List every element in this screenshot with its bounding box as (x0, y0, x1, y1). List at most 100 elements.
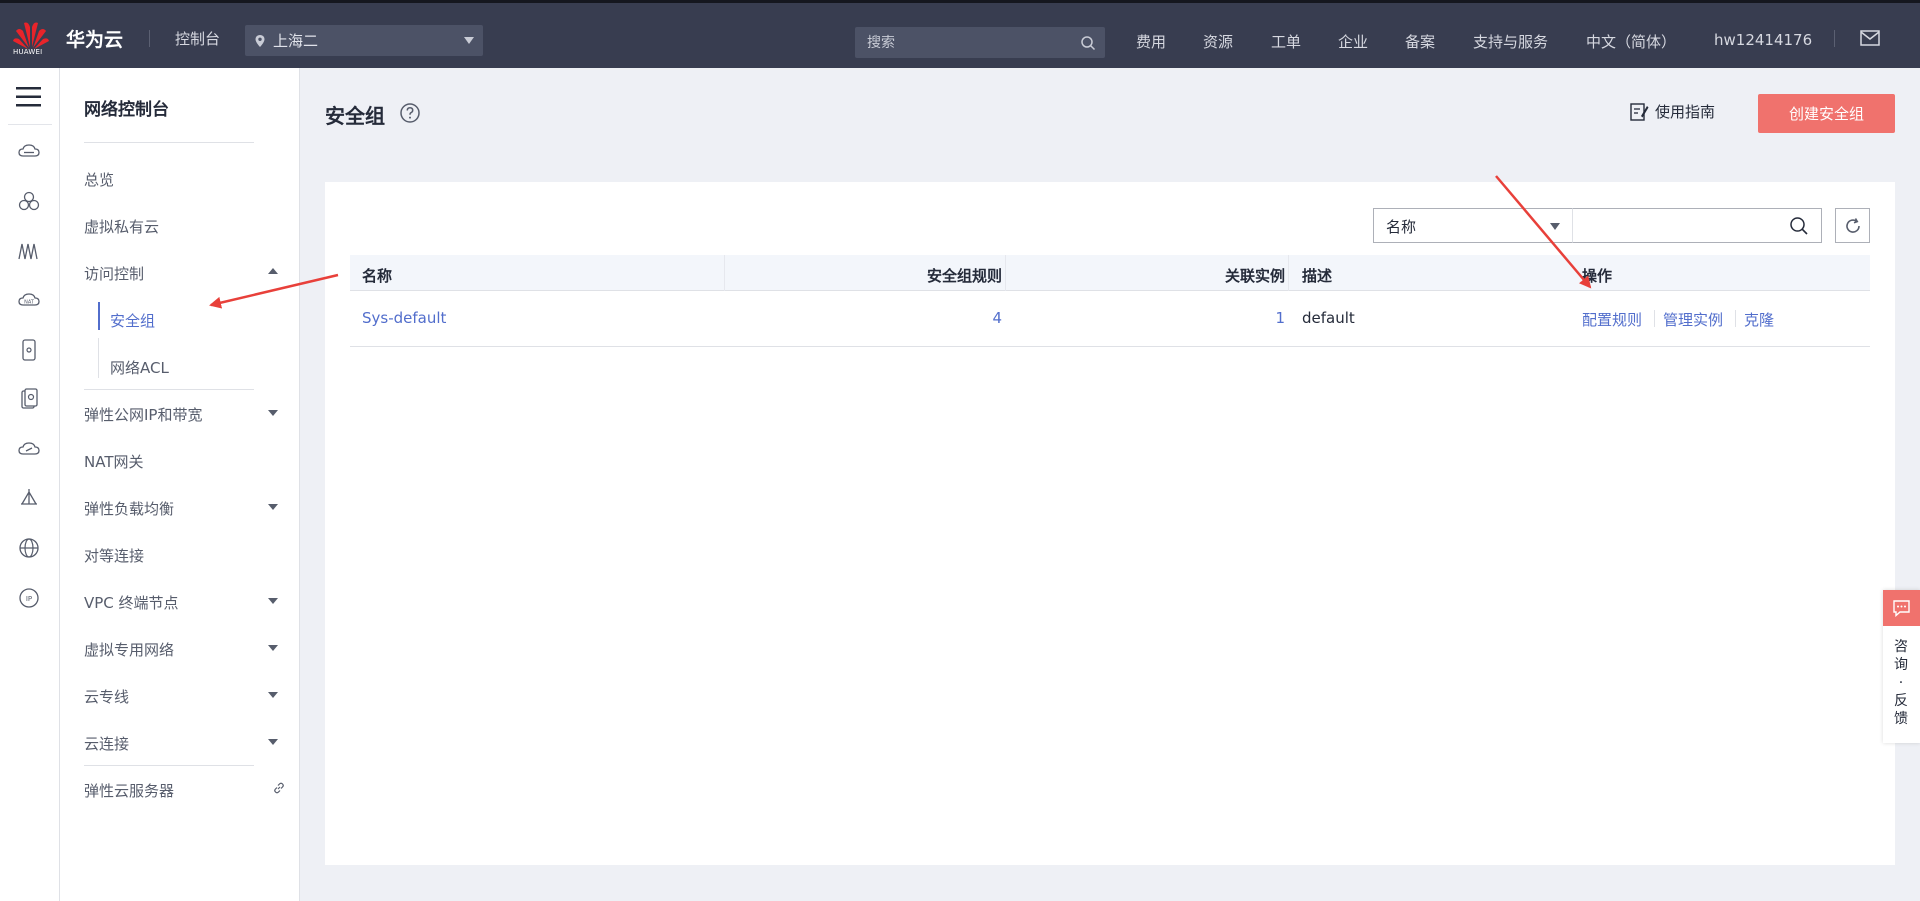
column-header-operations: 操作 (1582, 267, 1613, 285)
divider (1735, 310, 1736, 327)
search-icon[interactable] (1080, 35, 1096, 51)
guide-icon (1630, 102, 1649, 121)
description-cell: default (1302, 309, 1355, 327)
console-link[interactable]: 控制台 (175, 28, 220, 49)
sub-nav-line (98, 338, 99, 378)
brand-name[interactable]: 华为云 (66, 25, 123, 52)
elb-icon[interactable] (17, 486, 41, 510)
link-icon[interactable] (272, 781, 286, 795)
help-icon[interactable] (399, 102, 421, 124)
chevron-down-icon (268, 504, 278, 510)
nav-language[interactable]: 中文（简体） (1586, 31, 1676, 52)
disk-icon[interactable] (17, 387, 41, 411)
chevron-down-icon (268, 692, 278, 698)
search-icon[interactable] (1789, 216, 1809, 236)
ip-icon[interactable]: IP (17, 586, 41, 610)
chevron-up-icon (268, 268, 278, 274)
active-indicator (98, 302, 100, 330)
cluster-icon[interactable] (17, 189, 41, 213)
column-divider (1005, 255, 1006, 291)
device-icon[interactable] (17, 338, 41, 362)
gateway-icon[interactable]: NAT (17, 288, 41, 312)
instances-count-link[interactable]: 1 (1275, 309, 1285, 327)
sidebar-item-eip[interactable]: 弹性公网IP和带宽 (84, 404, 284, 425)
global-search[interactable] (855, 27, 1105, 58)
globe-icon[interactable] (17, 536, 41, 560)
configure-rules-link[interactable]: 配置规则 (1582, 309, 1642, 330)
cloud-icon[interactable] (17, 437, 41, 461)
manage-instances-link[interactable]: 管理实例 (1663, 309, 1723, 330)
divider (8, 124, 52, 125)
page-title: 安全组 (325, 104, 385, 128)
sidebar-item-label: 弹性公网IP和带宽 (84, 406, 203, 424)
location-pin-icon (255, 34, 265, 47)
mail-icon[interactable] (1860, 30, 1880, 46)
sidebar-item-access-control[interactable]: 访问控制 (84, 263, 284, 284)
sidebar-item-vpcep[interactable]: VPC 终端节点 (84, 592, 284, 613)
refresh-button[interactable] (1835, 208, 1870, 243)
filter-search-input[interactable] (1573, 209, 1773, 240)
nav-support[interactable]: 支持与服务 (1473, 31, 1548, 52)
sidebar-item-label: VPC 终端节点 (84, 594, 179, 612)
sidebar-item-security-group[interactable]: 安全组 (110, 310, 155, 331)
svg-text:NAT: NAT (24, 300, 35, 306)
network-icon[interactable] (17, 239, 41, 263)
create-security-group-button[interactable]: 创建安全组 (1758, 94, 1895, 133)
column-header-name[interactable]: 名称 (362, 265, 392, 286)
sidebar-item-direct-connect[interactable]: 云专线 (84, 686, 284, 707)
sidebar-title: 网络控制台 (84, 100, 169, 120)
clone-link[interactable]: 克隆 (1744, 309, 1774, 330)
chevron-down-icon (1550, 223, 1560, 230)
feedback-label: 咨询·反馈 (1894, 639, 1908, 727)
guide-label: 使用指南 (1655, 103, 1716, 121)
nav-fees[interactable]: 费用 (1136, 31, 1166, 52)
filter-field-select[interactable]: 名称 (1373, 208, 1573, 243)
cloud-server-icon[interactable] (17, 140, 41, 164)
column-divider (1288, 255, 1289, 291)
logo-text: HUAWEI (13, 48, 43, 56)
table-header: 名称 安全组规则 关联实例 描述 操作 (350, 255, 1870, 291)
column-header-instances[interactable]: 关联实例 (1225, 265, 1285, 286)
sidebar-item-nat[interactable]: NAT网关 (84, 451, 284, 472)
nav-resources[interactable]: 资源 (1203, 31, 1233, 52)
sidebar-item-label: 总览 (84, 171, 115, 189)
left-navigation: 网络控制台 总览 虚拟私有云 访问控制 安全组 网络ACL 弹性公网IP和带宽 … (60, 68, 300, 901)
nav-filing[interactable]: 备案 (1405, 31, 1435, 52)
divider (84, 389, 254, 390)
sidebar-item-cloud-connect[interactable]: 云连接 (84, 733, 284, 754)
sidebar-item-label: NAT网关 (84, 453, 144, 471)
sidebar-item-label: 虚拟专用网络 (84, 641, 175, 659)
nav-tickets[interactable]: 工单 (1271, 31, 1301, 52)
sidebar-item-label: 虚拟私有云 (84, 218, 160, 236)
divider (1654, 310, 1655, 327)
search-input[interactable] (855, 27, 1065, 58)
security-group-name-link[interactable]: Sys-default (362, 309, 446, 327)
service-icon-rail: NAT IP (0, 68, 60, 901)
nav-enterprise[interactable]: 企业 (1338, 31, 1368, 52)
sidebar-item-peering[interactable]: 对等连接 (84, 545, 284, 566)
sidebar-item-label: 对等连接 (84, 547, 145, 565)
consult-feedback-widget[interactable]: 咨询·反馈 (1883, 590, 1920, 743)
svg-text:IP: IP (26, 595, 32, 603)
divider (84, 142, 254, 143)
chevron-down-icon (268, 410, 278, 416)
sidebar-item-label: 弹性云服务器 (84, 782, 175, 800)
sidebar-item-label: 云连接 (84, 735, 130, 753)
sidebar-item-vpn[interactable]: 虚拟专用网络 (84, 639, 284, 660)
menu-icon[interactable] (16, 86, 41, 108)
divider (1834, 30, 1835, 47)
sidebar-item-overview[interactable]: 总览 (84, 169, 284, 190)
sidebar-item-ecs[interactable]: 弹性云服务器 (84, 780, 284, 801)
sidebar-item-elb[interactable]: 弹性负载均衡 (84, 498, 284, 519)
rules-count-link[interactable]: 4 (992, 309, 1002, 327)
column-divider (724, 255, 725, 291)
sidebar-item-network-acl[interactable]: 网络ACL (110, 357, 169, 378)
sidebar-item-vpc[interactable]: 虚拟私有云 (84, 216, 284, 237)
chevron-down-icon (464, 37, 474, 44)
column-header-rules[interactable]: 安全组规则 (927, 265, 1002, 286)
sidebar-item-label: 访问控制 (84, 265, 145, 283)
usage-guide-link[interactable]: 使用指南 (1629, 101, 1715, 122)
filter-search[interactable] (1572, 208, 1822, 243)
nav-account[interactable]: hw12414176 (1714, 31, 1812, 49)
region-selector[interactable]: 上海二 (245, 25, 483, 56)
